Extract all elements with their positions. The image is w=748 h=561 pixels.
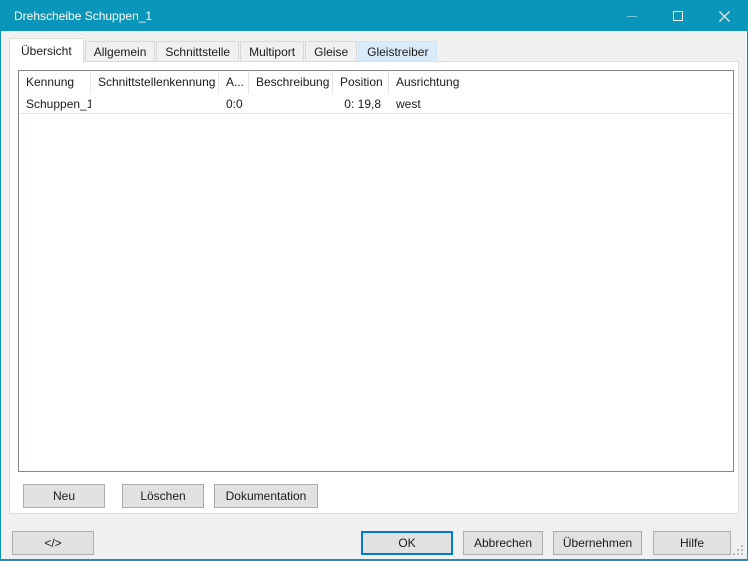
resize-grip[interactable] — [733, 545, 744, 556]
minimize-button — [609, 1, 655, 31]
tab-uebersicht[interactable]: Übersicht — [9, 38, 84, 63]
window-title: Drehscheibe Schuppen_1 — [1, 9, 152, 23]
turntable-list[interactable]: Kennung Schnittstellenkennung A... Besch… — [18, 70, 734, 472]
tab-allgemein[interactable]: Allgemein — [85, 41, 156, 62]
cancel-button[interactable]: Abbrechen — [463, 531, 543, 555]
title-bar: Drehscheibe Schuppen_1 — [1, 1, 747, 31]
delete-button[interactable]: Löschen — [122, 484, 204, 508]
apply-button[interactable]: Übernehmen — [553, 531, 642, 555]
table-row[interactable]: Schuppen_1 0:0 0: 19,8 west — [19, 94, 733, 114]
column-header-kennung[interactable]: Kennung — [19, 71, 91, 94]
close-button[interactable] — [701, 1, 747, 31]
tab-schnittstelle[interactable]: Schnittstelle — [156, 41, 239, 62]
close-icon — [719, 11, 730, 22]
documentation-button[interactable]: Dokumentation — [214, 484, 318, 508]
column-header-position[interactable]: Position — [333, 71, 389, 94]
maximize-icon — [673, 11, 683, 21]
tab-gleise[interactable]: Gleise — [305, 41, 357, 62]
list-header: Kennung Schnittstellenkennung A... Besch… — [19, 71, 733, 94]
tab-bar: Übersicht Allgemein Schnittstelle Multip… — [9, 37, 438, 62]
dialog-body: Übersicht Allgemein Schnittstelle Multip… — [1, 31, 747, 559]
new-button[interactable]: Neu — [23, 484, 105, 508]
minimize-icon — [627, 16, 637, 17]
cell-ausrichtung: west — [389, 94, 733, 113]
column-header-adresse[interactable]: A... — [219, 71, 249, 94]
cell-position: 0: 19,8 — [333, 94, 389, 113]
window-controls — [609, 1, 747, 31]
maximize-button[interactable] — [655, 1, 701, 31]
ok-button[interactable]: OK — [361, 531, 453, 555]
column-header-ausrichtung[interactable]: Ausrichtung — [389, 71, 733, 94]
cell-kennung: Schuppen_1 — [19, 94, 91, 113]
tab-page-uebersicht: Kennung Schnittstellenkennung A... Besch… — [9, 61, 739, 514]
dialog-window: Drehscheibe Schuppen_1 Übersicht Allgeme… — [0, 0, 748, 561]
tab-gleistreiber[interactable]: Gleistreiber — [358, 41, 437, 62]
column-header-schnittstellenkennung[interactable]: Schnittstellenkennung — [91, 71, 219, 94]
cell-schnittstellenkennung — [91, 94, 219, 113]
tab-multiport[interactable]: Multiport — [240, 41, 304, 62]
code-view-button[interactable]: </> — [12, 531, 94, 555]
column-header-beschreibung[interactable]: Beschreibung — [249, 71, 333, 94]
cell-adresse: 0:0 — [219, 94, 249, 113]
cell-beschreibung — [249, 94, 333, 113]
help-button[interactable]: Hilfe — [653, 531, 731, 555]
